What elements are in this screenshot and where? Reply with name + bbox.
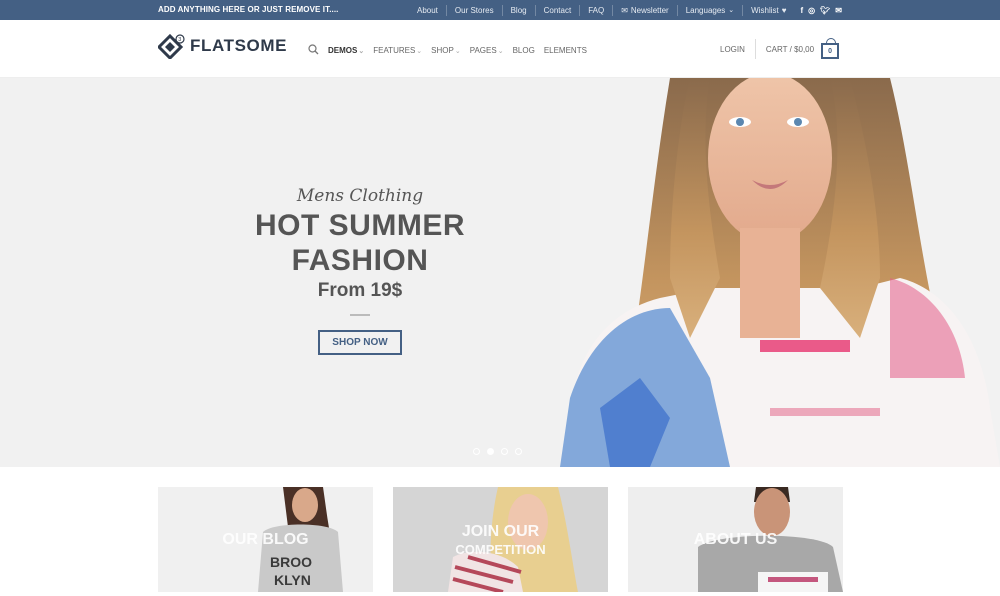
hero-caption: Mens Clothing HOT SUMMER FASHION From 19… [240,186,480,355]
svg-text:3: 3 [178,37,181,43]
promo-box-competition[interactable]: JOIN OUR COMPETITION [393,487,608,592]
promo-box-blog[interactable]: BROO KLYN OUR BLOG [158,487,373,592]
hero-slider: Mens Clothing HOT SUMMER FASHION From 19… [0,78,1000,467]
search-icon[interactable] [308,44,319,57]
promo-box-title: OUR BLOG [222,530,309,548]
chevron-down-icon: ⌄ [728,7,735,14]
chevron-down-icon: ⌄ [497,48,504,55]
promo-box-about[interactable]: ABOUT US [628,487,843,592]
cart-count: 0 [828,47,833,55]
nav-pages[interactable]: PAGES⌄ [470,46,504,55]
nav-demos[interactable]: DEMOS⌄ [328,46,364,55]
cart-total: CART / $0,00 [765,44,815,54]
heart-icon: ♥ [781,5,787,15]
email-icon[interactable]: ✉ [835,6,842,15]
promo-boxes: BROO KLYN OUR BLOG JOIN OUR COMPETITION … [158,487,843,596]
login-link[interactable]: LOGIN [720,39,756,59]
slider-dot-2[interactable] [487,448,494,455]
languages-dropdown[interactable]: Languages ⌄ [676,4,742,16]
hero-price: From 19$ [317,280,403,301]
envelope-icon: ✉ [621,5,628,15]
svg-text:BROO: BROO [270,554,312,570]
wishlist-label: Wishlist [751,5,779,15]
newsletter-label: Newsletter [630,5,669,15]
hero-title-line-1: HOT SUMMER [255,209,465,242]
chevron-down-icon: ⌄ [358,48,365,55]
top-link-wishlist[interactable]: Wishlist ♥ [742,4,794,16]
svg-text:KLYN: KLYN [274,572,311,588]
slider-dot-4[interactable] [515,448,522,455]
nav-features-label: FEATURES [373,46,416,55]
top-link-newsletter[interactable]: ✉ Newsletter [612,4,677,16]
logo-text: FLATSOME [190,36,288,55]
account-nav: LOGIN CART / $0,00 0 [720,38,840,60]
chevron-down-icon: ⌄ [454,48,461,55]
top-bar: ADD ANYTHING HERE OR JUST REMOVE IT.... … [0,0,1000,20]
shop-now-button[interactable]: SHOP NOW [318,330,402,355]
social-icons: f ◎ 🐦︎ ✉ [800,6,842,15]
top-nav: About Our Stores Blog Contact FAQ ✉ News… [409,0,842,20]
languages-label: Languages [685,5,726,15]
logo[interactable]: 3 FLATSOME [158,33,287,59]
top-bar-promo: ADD ANYTHING HERE OR JUST REMOVE IT.... [158,5,339,14]
promo-box-subtitle: COMPETITION [455,542,546,557]
nav-demos-label: DEMOS [328,46,358,55]
hero-divider [350,314,370,316]
twitter-icon[interactable]: 🐦︎ [820,6,830,15]
hero-model-image [560,78,1000,467]
top-link-contact[interactable]: Contact [534,4,580,16]
nav-pages-label: PAGES [469,46,497,55]
chevron-down-icon: ⌄ [416,48,423,55]
hero-script-title: Mens Clothing [296,186,424,206]
nav-shop-label: SHOP [431,46,454,55]
nav-elements[interactable]: ELEMENTS [544,46,587,55]
logo-icon: 3 [158,33,185,59]
top-link-faq[interactable]: FAQ [579,4,612,16]
slider-dot-3[interactable] [501,448,508,455]
top-link-about[interactable]: About [409,5,446,16]
header: 3 FLATSOME DEMOS⌄ FEATURES⌄ SHOP⌄ PAGES⌄… [0,20,1000,78]
nav-features[interactable]: FEATURES⌄ [373,46,422,55]
nav-blog[interactable]: BLOG [513,46,535,55]
top-link-blog[interactable]: Blog [501,4,535,16]
slider-dots [473,448,522,455]
instagram-icon[interactable]: ◎ [808,6,815,15]
hero-title-line-2: FASHION [291,244,429,277]
promo-box-title: JOIN OUR [461,523,540,540]
slider-dot-1[interactable] [473,448,480,455]
top-link-our-stores[interactable]: Our Stores [445,4,502,16]
promo-box-title: ABOUT US [693,530,778,548]
cart-link[interactable]: CART / $0,00 0 [756,38,840,59]
nav-shop[interactable]: SHOP⌄ [431,46,461,55]
facebook-icon[interactable]: f [800,6,803,15]
cart-bag-icon: 0 [821,38,840,59]
main-nav: DEMOS⌄ FEATURES⌄ SHOP⌄ PAGES⌄ BLOG ELEME… [308,44,587,57]
